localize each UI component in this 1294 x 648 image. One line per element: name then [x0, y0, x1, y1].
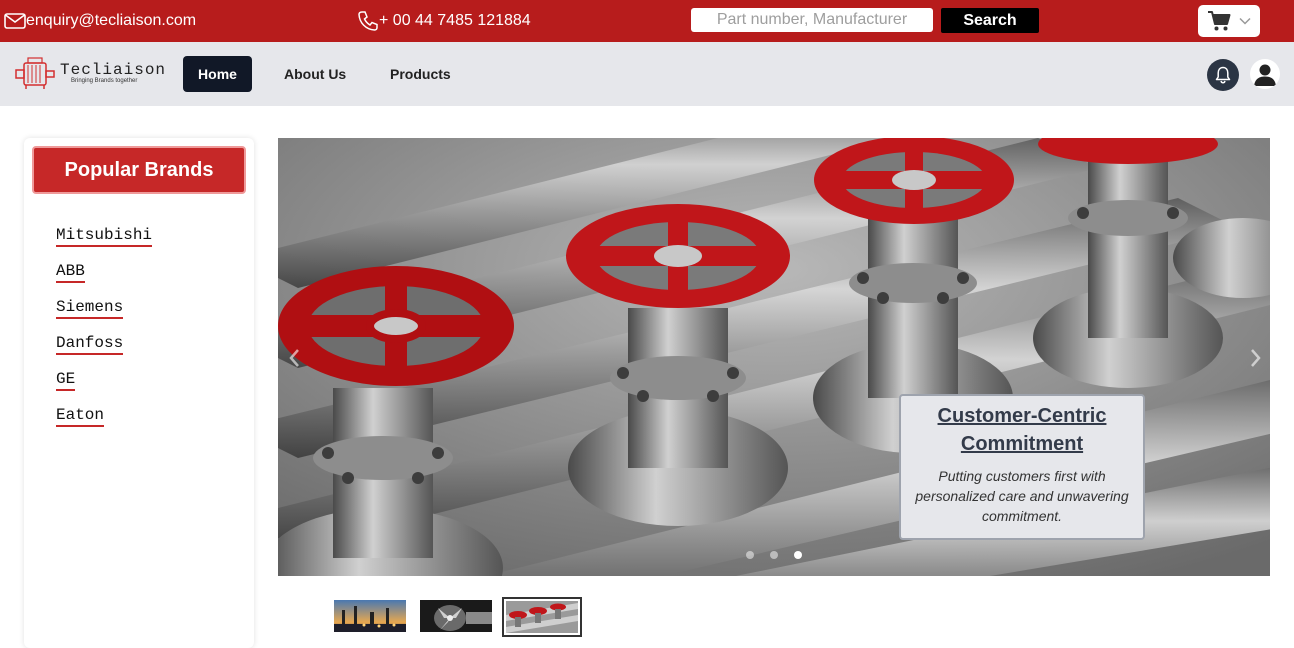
cart-icon [1207, 10, 1231, 32]
main-navbar: Tecliaison Bringing Brands together Home… [0, 42, 1294, 106]
cart-button[interactable] [1198, 5, 1260, 37]
phone-text: + 00 44 7485 121884 [379, 12, 531, 29]
phone-contact[interactable]: + 00 44 7485 121884 [357, 0, 531, 42]
nav-home[interactable]: Home [183, 56, 252, 92]
brand-item: Siemens [56, 298, 152, 334]
user-account-button[interactable] [1250, 59, 1280, 89]
search-button[interactable]: Search [941, 8, 1039, 33]
brand-link-siemens[interactable]: Siemens [56, 298, 124, 319]
brand-item: Mitsubishi [56, 226, 153, 262]
chevron-left-icon [289, 349, 299, 367]
brand-item: ABB [56, 262, 152, 298]
caption-text: Putting customers first with personalize… [915, 468, 1129, 524]
thumbnail-valves[interactable] [502, 597, 582, 637]
carousel-indicators [746, 551, 802, 559]
slide-caption: Customer-Centric Commitment Putting cust… [899, 394, 1145, 540]
brand-list: Mitsubishi ABB Siemens Danfoss GE Eaton [56, 226, 153, 442]
turbine-image [420, 600, 492, 632]
site-logo[interactable]: Tecliaison Bringing Brands together [14, 55, 167, 93]
top-bar: enquiry@tecliaison.com + 00 44 7485 1218… [0, 0, 1294, 42]
email-text: enquiry@tecliaison.com [26, 12, 197, 29]
valve-pipes-thumbnail-image [506, 601, 578, 633]
motor-logo-icon [15, 57, 55, 89]
email-contact[interactable]: enquiry@tecliaison.com [4, 0, 196, 42]
logo-text: Tecliaison [60, 61, 167, 79]
brand-link-ge[interactable]: GE [56, 370, 76, 391]
user-icon [1254, 64, 1276, 86]
nav-about-us[interactable]: About Us [284, 56, 346, 92]
brand-link-abb[interactable]: ABB [56, 262, 85, 283]
notifications-button[interactable] [1207, 59, 1239, 91]
thumbnail-industrial-plant[interactable] [334, 600, 406, 632]
popular-brands-title: Popular Brands [32, 146, 246, 194]
brand-link-danfoss[interactable]: Danfoss [56, 334, 124, 355]
caption-title: Customer-Centric Commitment [937, 405, 1107, 455]
chevron-right-icon [1251, 349, 1261, 367]
carousel-dot-3[interactable] [794, 551, 802, 559]
brand-item: Danfoss [56, 334, 152, 370]
chevron-down-icon [1239, 17, 1251, 25]
brand-link-eaton[interactable]: Eaton [56, 406, 105, 427]
part-search-input[interactable] [691, 8, 933, 32]
brand-item: Eaton [56, 406, 152, 442]
brand-item: GE [56, 370, 152, 406]
carousel-next-button[interactable] [1248, 346, 1264, 370]
bell-icon [1215, 66, 1231, 84]
thumbnail-turbine[interactable] [420, 600, 492, 632]
carousel-prev-button[interactable] [286, 346, 302, 370]
phone-icon [357, 10, 379, 32]
carousel-dot-2[interactable] [770, 551, 778, 559]
logo-tagline: Bringing Brands together [71, 78, 138, 84]
hero-carousel: Customer-Centric Commitment Putting cust… [278, 138, 1270, 576]
mail-icon [4, 12, 26, 30]
popular-brands-panel: Popular Brands Mitsubishi ABB Siemens Da… [24, 138, 254, 648]
carousel-dot-1[interactable] [746, 551, 754, 559]
brand-link-mitsubishi[interactable]: Mitsubishi [56, 226, 153, 247]
nav-products[interactable]: Products [390, 56, 451, 92]
industrial-plant-image [334, 600, 406, 632]
